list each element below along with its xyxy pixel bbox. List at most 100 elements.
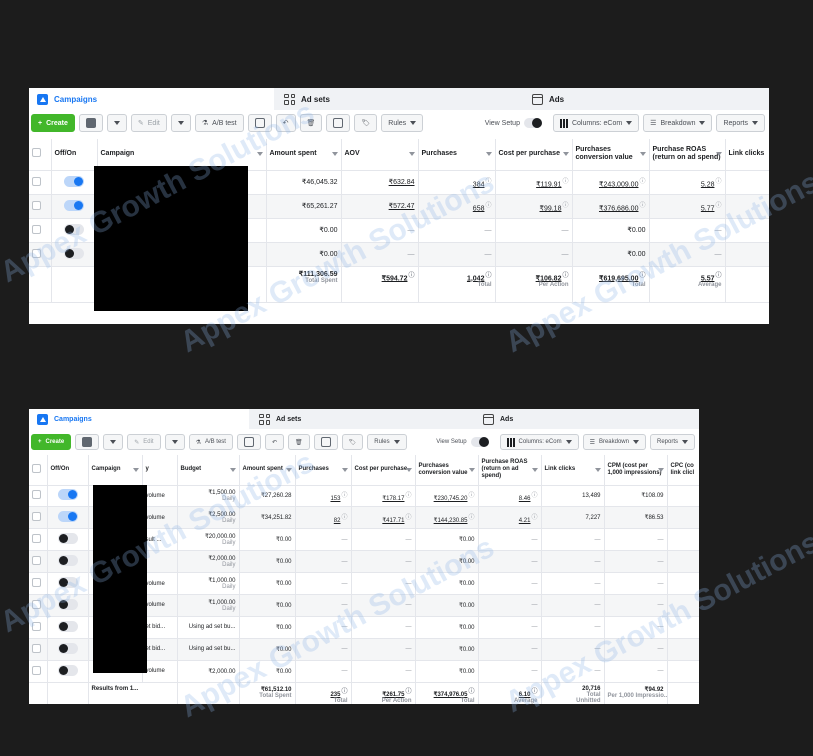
view-setup-toggle[interactable]: View Setup [429,434,495,450]
campaign-status-toggle[interactable] [64,247,84,259]
row-select-cell [29,572,48,595]
col-purchase-roas[interactable]: Purchase ROAS (return on ad spend) [478,455,542,486]
tag-button[interactable]: 🏷 [341,434,364,450]
flask-icon: ⚗ [201,120,209,127]
col-off-on[interactable]: Off/On [47,455,89,486]
cpc-cell [667,528,699,552]
row-checkbox[interactable] [32,643,41,653]
edit-menu-button[interactable] [170,114,191,132]
tab-ads[interactable]: Ads [475,409,699,429]
reports-button[interactable]: Reports [649,434,695,450]
view-setup-toggle[interactable]: View Setup [478,114,549,132]
col-aov[interactable]: AOV [341,139,419,171]
col-purchases[interactable]: Purchases [418,139,496,171]
cpm-cell: — [604,638,668,661]
create-button[interactable]: + Create [31,434,72,450]
edit-menu-button[interactable] [164,434,185,450]
breakdown-button[interactable]: ☰ Breakdown [582,434,646,450]
chevron-down-icon [393,440,400,444]
campaign-status-toggle[interactable] [57,598,78,610]
row-checkbox[interactable] [32,556,41,566]
campaign-status-toggle[interactable] [64,223,84,235]
col-off-on[interactable]: Off/On [51,139,98,171]
tab-campaigns[interactable]: Campaigns [29,409,249,429]
campaign-status-toggle[interactable] [57,620,78,632]
rules-button[interactable]: Rules [381,114,424,132]
row-checkbox[interactable] [32,599,41,609]
tab-ad-sets[interactable]: Ad sets [251,409,473,429]
col-cost-per-purchase[interactable]: Cost per purchase [495,139,573,171]
tab-campaigns[interactable]: Campaigns [29,88,274,110]
row-checkbox[interactable] [32,512,41,522]
col-cost-per-purchase[interactable]: Cost per purchase [351,455,416,486]
edit-button[interactable]: ✎ Edit [130,114,167,132]
campaign-status-toggle[interactable] [57,511,78,523]
clipboard-button[interactable] [236,434,261,450]
row-checkbox[interactable] [32,534,41,544]
undo-button[interactable]: ↶ [275,114,296,132]
row-checkbox[interactable] [32,176,41,186]
row-checkbox[interactable] [32,665,41,675]
campaign-status-toggle[interactable] [57,533,78,545]
delete-button[interactable]: 🗑 [299,114,323,132]
reports-button[interactable]: Reports [716,114,765,132]
preview-button[interactable] [313,434,338,450]
campaign-status-toggle[interactable] [64,175,84,187]
preview-button[interactable] [326,114,351,132]
col-link-clicks[interactable]: Link clicks [541,455,605,486]
info-icon: ⓘ [485,272,492,279]
create-button[interactable]: + Create [31,114,75,132]
ab-test-button[interactable]: ⚗ A/B test [188,434,233,450]
duplicate-menu-button[interactable] [103,434,124,450]
sort-icon [331,152,338,157]
ab-test-label: A/B test [212,119,237,127]
duplicate-menu-button[interactable] [106,114,127,132]
edit-button[interactable]: ✎ Edit [127,434,161,450]
row-checkbox[interactable] [32,200,41,210]
col-purchases[interactable]: Purchases [295,455,352,486]
campaign-status-toggle[interactable] [57,489,78,501]
campaign-status-toggle[interactable] [57,555,78,567]
campaign-status-toggle[interactable] [57,642,78,654]
columns-button[interactable]: Columns: eCom [552,114,640,132]
col-bid-strategy[interactable]: y [142,455,178,486]
duplicate-button[interactable] [75,434,100,450]
row-checkbox[interactable] [32,224,41,234]
select-all-checkbox[interactable] [32,148,41,158]
ab-test-button[interactable]: ⚗ A/B test [194,114,244,132]
duplicate-button[interactable] [78,114,103,132]
col-amount-spent[interactable]: Amount spent [239,455,296,486]
col-budget[interactable]: Budget [177,455,240,486]
sort-icon [132,467,139,472]
columns-button[interactable]: Columns: eCom [499,434,579,450]
col-cpc[interactable]: CPC (co link clicl [667,455,699,486]
col-purchases-conversion-value[interactable]: Purchases conversion value [415,455,479,486]
cpc-cell [667,550,699,574]
col-link-clicks[interactable]: Link clicks [725,139,769,171]
row-checkbox[interactable] [32,248,41,258]
row-checkbox[interactable] [32,578,41,587]
breakdown-button[interactable]: ☰ Breakdown [643,114,713,132]
campaign-status-toggle[interactable] [57,577,78,588]
col-cpm[interactable]: CPM (cost per 1,000 impressions) [604,455,668,486]
campaign-status-toggle[interactable] [64,199,84,211]
delete-button[interactable]: 🗑 [288,434,310,450]
col-purchases-conversion-value[interactable]: Purchases conversion value [572,139,650,171]
col-amount-spent[interactable]: Amount spent [266,139,342,171]
sort-icon [229,467,236,472]
row-checkbox[interactable] [32,621,41,631]
tab-ad-sets[interactable]: Ad sets [276,88,522,110]
clipboard-button[interactable] [247,114,272,132]
purchases-conversion-value-cell: ₹0.00 [415,550,479,574]
campaign-status-toggle[interactable] [57,664,78,676]
undo-button[interactable]: ↶ [264,434,285,450]
col-campaign[interactable]: Campaign [88,455,143,486]
tab-ads[interactable]: Ads [524,88,769,110]
rules-button[interactable]: Rules [367,434,407,450]
purchases-cell: — [295,550,352,574]
tag-button[interactable]: 🏷 [354,114,378,132]
col-purchase-roas[interactable]: Purchase ROAS (return on ad spend) [649,139,726,171]
row-select-cell [29,242,52,267]
row-checkbox[interactable] [32,490,41,500]
select-all-checkbox[interactable] [32,463,41,473]
